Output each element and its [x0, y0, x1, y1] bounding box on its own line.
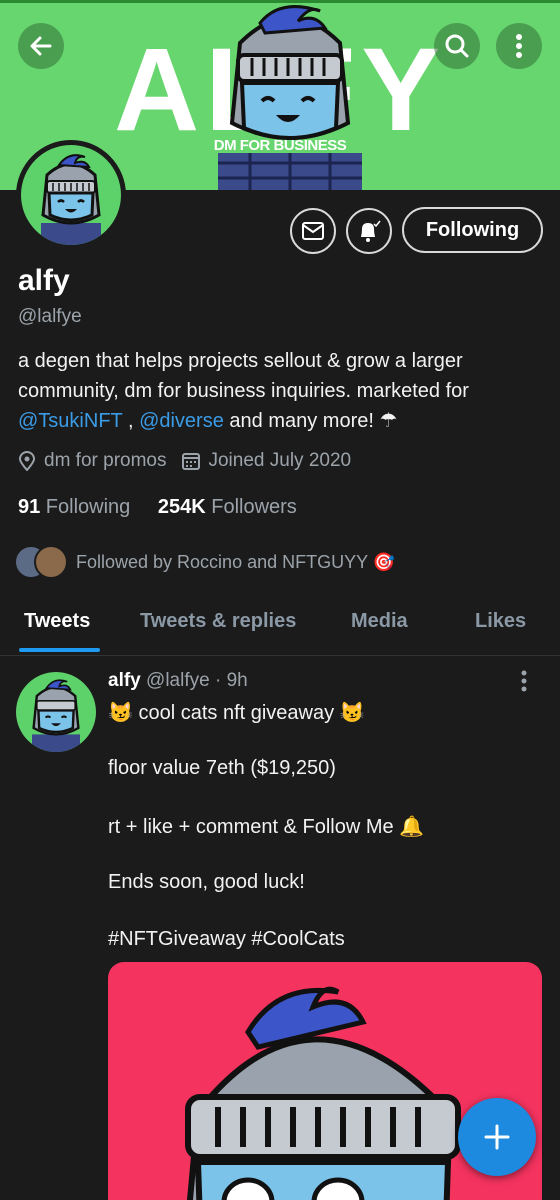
- more-options-button[interactable]: [496, 23, 542, 69]
- following-count: 91: [18, 496, 41, 518]
- profile-joined-date: Joined July 2020: [208, 450, 352, 471]
- knight-character-illustration: [218, 5, 362, 190]
- tweet-text-line: Ends soon, good luck!: [108, 871, 305, 893]
- more-vertical-icon: [516, 34, 522, 58]
- notifications-button[interactable]: [346, 208, 392, 254]
- following-count-link[interactable]: 91 Following: [18, 496, 130, 518]
- profile-handle: @lalfye: [18, 306, 82, 327]
- calendar-icon: [182, 452, 201, 470]
- bio-separator: ,: [122, 410, 140, 432]
- active-tab-indicator: [19, 648, 100, 652]
- tweet-author-handle: @lalfye: [146, 670, 210, 691]
- followers-count: 254K: [157, 496, 206, 518]
- bio-text: a degen that helps projects sellout & gr…: [18, 350, 469, 402]
- followers-count-link[interactable]: 254K Followers: [158, 496, 297, 518]
- search-button[interactable]: [434, 23, 480, 69]
- followers-label: Followers: [205, 496, 297, 518]
- plus-icon: [484, 1124, 510, 1150]
- location-pin-icon: [18, 451, 36, 471]
- profile-name: alfy: [18, 264, 70, 297]
- follower-avatar: [34, 545, 68, 579]
- profile-avatar[interactable]: [16, 140, 126, 250]
- more-vertical-icon: [521, 670, 527, 692]
- mention-link-diverse[interactable]: @diverse: [139, 410, 224, 432]
- tweet-more-button[interactable]: [520, 670, 528, 697]
- message-button[interactable]: [290, 208, 336, 254]
- tweet-hashtags[interactable]: #NFTGiveaway #CoolCats: [108, 928, 345, 951]
- tab-tweets[interactable]: Tweets: [24, 610, 90, 633]
- tweet-time: · 9h: [214, 670, 248, 691]
- following-button[interactable]: Following: [402, 207, 543, 253]
- back-arrow-icon: [30, 36, 52, 56]
- tab-media[interactable]: Media: [351, 610, 408, 633]
- followed-by-text: Followed by Roccino and NFTGUYY 🎯: [76, 551, 396, 572]
- profile-location: dm for promos: [44, 450, 167, 471]
- compose-tweet-button[interactable]: [458, 1098, 536, 1176]
- search-icon: [445, 34, 469, 58]
- profile-tabs: Tweets Tweets & replies Media Likes: [0, 596, 560, 656]
- mention-link-tsukinft[interactable]: @TsukiNFT: [18, 410, 122, 432]
- followed-by-row[interactable]: Followed by Roccino and NFTGUYY 🎯: [14, 545, 395, 579]
- tweet-header: alfy @lalfye · 9h: [108, 670, 248, 692]
- tweet-text-line: floor value 7eth ($19,250): [108, 757, 336, 779]
- tweet-text-line: rt + like + comment & Follow Me 🔔: [108, 816, 425, 838]
- profile-bio: a degen that helps projects sellout & gr…: [18, 346, 538, 436]
- bell-check-icon: [361, 220, 381, 242]
- avatar-image: [21, 145, 121, 245]
- tab-tweets-replies[interactable]: Tweets & replies: [140, 610, 296, 633]
- tweet-text-line: 😼 cool cats nft giveaway 😼: [108, 702, 365, 724]
- mail-icon: [302, 222, 324, 240]
- profile-meta: dm for promos Joined July 2020: [18, 450, 351, 472]
- tweet-author-name[interactable]: alfy: [108, 670, 141, 691]
- follow-counts: 91 Following 254K Followers: [18, 496, 297, 519]
- back-button[interactable]: [18, 23, 64, 69]
- bio-text-end: and many more! ☂: [223, 410, 398, 432]
- tab-likes[interactable]: Likes: [475, 610, 526, 633]
- tweet-avatar[interactable]: [16, 672, 96, 752]
- following-label: Following: [40, 496, 131, 518]
